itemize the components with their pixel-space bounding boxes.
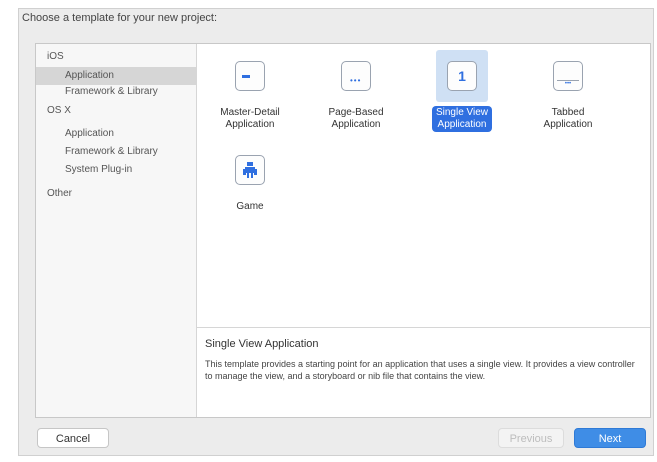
- sidebar-item-ios-framework-library[interactable]: Framework & Library: [36, 83, 196, 101]
- template-tabbed[interactable]: ••• Tabbed Application: [520, 50, 616, 132]
- next-button[interactable]: Next: [574, 428, 646, 448]
- sidebar-item-osx-system-plugin[interactable]: System Plug-in: [36, 161, 196, 179]
- description-text: This template provides a starting point …: [205, 359, 635, 381]
- single-view-glyph: 1: [458, 68, 466, 84]
- sidebar-group-osx[interactable]: OS X: [36, 102, 196, 120]
- template-game[interactable]: Game: [202, 144, 298, 214]
- sidebar-group-other[interactable]: Other: [36, 185, 196, 203]
- previous-button[interactable]: Previous: [498, 428, 564, 448]
- cancel-button[interactable]: Cancel: [37, 428, 109, 448]
- game-controller-icon: [243, 162, 257, 178]
- dialog-header: Choose a template for your new project:: [22, 12, 218, 24]
- template-label: Tabbed: [551, 107, 585, 118]
- template-description: Single View Application This template pr…: [197, 327, 650, 417]
- sidebar-group-ios[interactable]: iOS: [36, 48, 196, 66]
- template-label: Page-Based: [328, 107, 384, 118]
- sidebar-item-osx-application[interactable]: Application: [36, 125, 196, 143]
- description-title: Single View Application: [205, 338, 319, 350]
- template-single-view[interactable]: 1 Single View Application: [414, 50, 510, 132]
- master-detail-icon: [235, 61, 265, 91]
- template-label: Game: [236, 201, 264, 212]
- template-master-detail[interactable]: Master-Detail Application: [202, 50, 298, 132]
- template-label: Single View: [435, 107, 489, 118]
- template-label: Application: [225, 119, 275, 130]
- template-panel: iOS Application Framework & Library OS X…: [35, 43, 651, 418]
- page-based-icon: •••: [341, 61, 371, 91]
- single-view-icon: 1: [447, 61, 477, 91]
- game-icon: [235, 155, 265, 185]
- template-label: Master-Detail: [220, 107, 280, 118]
- template-label: Application: [543, 119, 593, 130]
- template-label: Application: [331, 119, 381, 130]
- sidebar: iOS Application Framework & Library OS X…: [36, 44, 197, 417]
- template-label: Application: [437, 119, 487, 130]
- template-page-based[interactable]: ••• Page-Based Application: [308, 50, 404, 132]
- sidebar-item-osx-framework-library[interactable]: Framework & Library: [36, 143, 196, 161]
- template-grid: Master-Detail Application ••• Page-Based…: [197, 44, 650, 327]
- tabbed-icon: •••: [553, 61, 583, 91]
